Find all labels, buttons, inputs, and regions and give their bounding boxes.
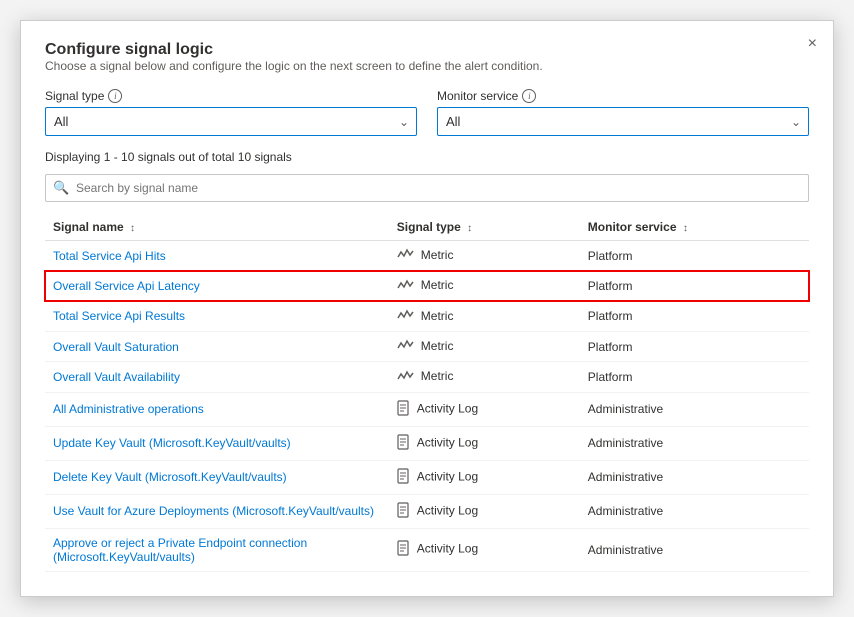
table-row[interactable]: Total Service Api Hits Metric Platform [45,241,809,271]
close-button[interactable]: × [808,35,817,53]
activity-log-icon [397,468,411,487]
search-wrapper: 🔍 [45,174,809,202]
search-icon: 🔍 [53,180,69,196]
table-row[interactable]: Approve or reject a Private Endpoint con… [45,528,809,571]
signal-type-cell: Metric [389,301,580,331]
signal-name-link[interactable]: Update Key Vault (Microsoft.KeyVault/vau… [53,436,291,450]
dialog-title: Configure signal logic [45,41,213,58]
monitor-service-cell: Platform [580,241,809,271]
signal-type-text: Activity Log [417,542,478,556]
signal-name-link[interactable]: Overall Service Api Latency [53,279,200,293]
signal-type-sort-icon[interactable]: ↕ [467,223,472,234]
activity-log-icon [397,502,411,521]
metric-icon [397,339,415,354]
signal-name-sort-icon[interactable]: ↕ [130,223,135,234]
signal-type-select[interactable]: All Metric Activity Log [45,107,417,136]
signals-table: Signal name ↕ Signal type ↕ Monitor serv… [45,214,809,572]
signal-type-text: Metric [421,339,454,353]
signal-type-cell: Activity Log [389,528,580,571]
table-row[interactable]: All Administrative operations Activity L… [45,392,809,426]
signal-type-cell: Activity Log [389,426,580,460]
table-row[interactable]: Overall Vault Availability Metric Platfor… [45,362,809,392]
signal-type-label: Signal type i [45,89,417,103]
signal-type-cell: Metric [389,241,580,271]
signal-type-text: Metric [421,309,454,323]
table-row[interactable]: Overall Vault Saturation Metric Platform [45,331,809,361]
metric-icon [397,248,415,263]
monitor-service-sort-icon[interactable]: ↕ [683,223,688,234]
activity-log-icon [397,540,411,559]
monitor-service-cell: Platform [580,271,809,301]
search-input[interactable] [45,174,809,202]
signal-name-link[interactable]: Use Vault for Azure Deployments (Microso… [53,504,374,518]
signal-type-text: Metric [421,248,454,262]
monitor-service-cell: Platform [580,331,809,361]
metric-icon [397,370,415,385]
signal-type-cell: Metric [389,271,580,301]
metric-icon [397,279,415,294]
signal-type-text: Activity Log [417,503,478,517]
monitor-service-cell: Administrative [580,392,809,426]
monitor-service-cell: Administrative [580,528,809,571]
signal-type-group: Signal type i All Metric Activity Log ⌄ [45,89,417,136]
monitor-service-label: Monitor service i [437,89,809,103]
th-signal-type: Signal type ↕ [389,214,580,241]
activity-log-icon [397,434,411,453]
signal-type-text: Activity Log [417,401,478,415]
table-body: Total Service Api Hits MetricPlatformOve… [45,241,809,572]
monitor-service-cell: Administrative [580,494,809,528]
signal-type-text: Metric [421,369,454,383]
signal-name-link[interactable]: Overall Vault Availability [53,370,180,384]
th-signal-name: Signal name ↕ [45,214,389,241]
signal-type-cell: Activity Log [389,494,580,528]
signal-name-link[interactable]: Total Service Api Results [53,309,185,323]
th-monitor-service: Monitor service ↕ [580,214,809,241]
metric-icon [397,309,415,324]
form-row: Signal type i All Metric Activity Log ⌄ … [45,89,809,136]
monitor-service-cell: Administrative [580,460,809,494]
monitor-service-select[interactable]: All Platform Administrative [437,107,809,136]
activity-log-icon [397,400,411,419]
signal-name-link[interactable]: Delete Key Vault (Microsoft.KeyVault/vau… [53,470,287,484]
table-row[interactable]: Update Key Vault (Microsoft.KeyVault/vau… [45,426,809,460]
signal-name-link[interactable]: Approve or reject a Private Endpoint con… [53,536,307,564]
monitor-service-info-icon[interactable]: i [522,89,536,103]
table-header: Signal name ↕ Signal type ↕ Monitor serv… [45,214,809,241]
signal-type-select-wrapper: All Metric Activity Log ⌄ [45,107,417,136]
signal-name-link[interactable]: Total Service Api Hits [53,249,166,263]
monitor-service-cell: Platform [580,301,809,331]
signal-type-cell: Activity Log [389,460,580,494]
dialog-subtitle: Choose a signal below and configure the … [45,59,809,73]
signal-type-text: Metric [421,278,454,292]
display-count: Displaying 1 - 10 signals out of total 1… [45,150,809,164]
signal-type-text: Activity Log [417,435,478,449]
table-row[interactable]: Use Vault for Azure Deployments (Microso… [45,494,809,528]
signal-name-link[interactable]: Overall Vault Saturation [53,340,179,354]
signal-type-info-icon[interactable]: i [108,89,122,103]
signal-type-text: Activity Log [417,469,478,483]
signal-type-cell: Metric [389,362,580,392]
table-row[interactable]: Overall Service Api Latency Metric Platfo… [45,271,809,301]
monitor-service-select-wrapper: All Platform Administrative ⌄ [437,107,809,136]
configure-signal-dialog: Configure signal logic × Choose a signal… [20,20,834,597]
table-row[interactable]: Total Service Api Results Metric Platform [45,301,809,331]
monitor-service-cell: Administrative [580,426,809,460]
monitor-service-group: Monitor service i All Platform Administr… [437,89,809,136]
table-row[interactable]: Delete Key Vault (Microsoft.KeyVault/vau… [45,460,809,494]
monitor-service-cell: Platform [580,362,809,392]
signal-type-cell: Activity Log [389,392,580,426]
signal-type-cell: Metric [389,331,580,361]
signal-name-link[interactable]: All Administrative operations [53,402,204,416]
